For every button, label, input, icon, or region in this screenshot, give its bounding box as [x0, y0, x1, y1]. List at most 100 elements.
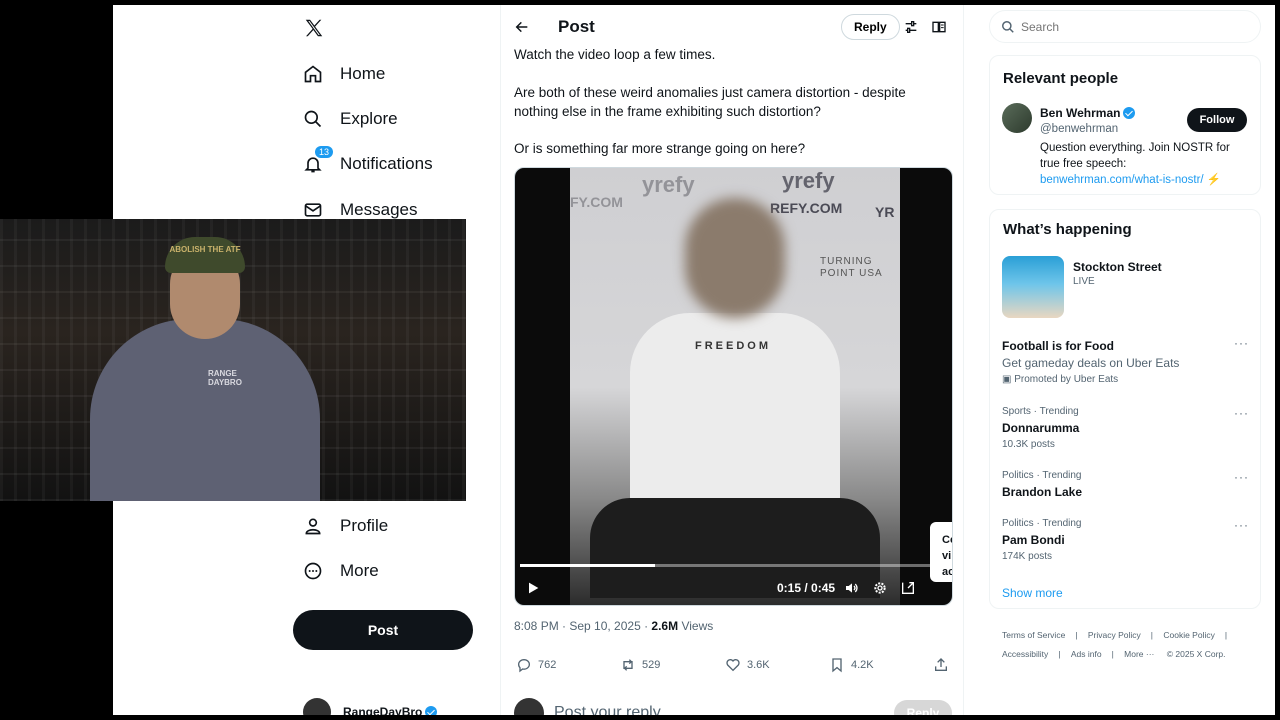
promo-description: Get gameday deals on Uber Eats	[1002, 356, 1180, 370]
footer-ads[interactable]: Ads info	[1071, 649, 1102, 659]
video-progress-bar[interactable]	[520, 564, 930, 567]
notifications-badge: 13	[315, 146, 334, 158]
nav-explore[interactable]: Explore	[303, 99, 398, 139]
play-icon[interactable]	[525, 580, 541, 596]
video-tooltip: Co vi ac	[930, 522, 952, 582]
more-options-icon[interactable]: ···	[1234, 336, 1249, 350]
tweet-text-3: Or is something far more strange going o…	[514, 141, 806, 156]
avatar[interactable]	[1002, 103, 1032, 133]
like-count: 3.6K	[747, 659, 770, 671]
nav-profile-label: Profile	[340, 516, 389, 535]
video-player[interactable]: yrefy FY.COM yrefy REFY.COM YR TURNING P…	[514, 167, 953, 606]
like-action[interactable]: 3.6K	[725, 657, 770, 673]
bookmark-icon	[832, 658, 842, 673]
comment-icon	[518, 659, 530, 673]
video-backdrop-url-2: REFY.COM	[770, 200, 843, 216]
search-input[interactable]	[1021, 19, 1241, 34]
sliders-icon[interactable]	[903, 19, 919, 35]
person-name-text: Ben Wehrman	[1040, 106, 1121, 120]
video-backdrop-tpusa: TURNING POINT USA	[820, 256, 883, 279]
trend-title[interactable]: Donnarumma	[1002, 421, 1079, 435]
repost-icon	[623, 659, 633, 671]
views-label: Views	[681, 619, 714, 633]
footer-cookie[interactable]: Cookie Policy	[1163, 630, 1215, 640]
webcam-person	[90, 319, 320, 501]
account-switcher[interactable]: RangeDayBro	[303, 698, 438, 715]
promo-label: ▣ Promoted by Uber Eats	[1002, 374, 1119, 385]
promo-title[interactable]: Football is for Food	[1002, 339, 1114, 353]
video-time: 0:15 / 0:45	[777, 581, 836, 595]
reply-composer: Post your reply Reply	[514, 698, 954, 715]
live-event-status: LIVE	[1073, 276, 1095, 287]
video-backdrop-logo-2: yrefy	[782, 168, 835, 193]
footer-accessibility[interactable]: Accessibility	[1002, 649, 1048, 659]
live-event-thumbnail[interactable]	[1002, 256, 1064, 318]
person-bio-text: Question everything. Join NOSTR for true…	[1040, 142, 1230, 170]
live-event-title[interactable]: Stockton Street	[1073, 260, 1162, 274]
avatar	[303, 698, 331, 715]
bookmark-action[interactable]: 4.2K	[829, 657, 874, 673]
nav-home[interactable]: Home	[303, 54, 385, 94]
video-progress-fill	[520, 564, 656, 567]
repost-action[interactable]: 529	[620, 657, 660, 673]
video-subject-blurred-face	[685, 198, 785, 318]
follow-button[interactable]: Follow	[1187, 108, 1247, 132]
nav-notifications[interactable]: 13 Notifications	[303, 144, 433, 184]
reply-input[interactable]: Post your reply	[554, 704, 661, 715]
x-logo-icon[interactable]	[303, 17, 325, 39]
nav-home-label: Home	[340, 64, 386, 83]
whats-happening-title: What’s happening	[1003, 221, 1132, 238]
show-more-link[interactable]: Show more	[1002, 586, 1063, 600]
bookmark-count: 4.2K	[851, 659, 874, 671]
footer-more[interactable]: More ···	[1124, 649, 1154, 659]
trend-title[interactable]: Brandon Lake	[1002, 485, 1082, 499]
more-options-icon[interactable]: ···	[1234, 518, 1249, 532]
tweet-text-2: Are both of these weird anomalies just c…	[514, 85, 906, 119]
repost-count: 529	[642, 659, 661, 671]
video-subject-legs	[590, 498, 880, 598]
person-icon	[305, 518, 321, 535]
video-backdrop-yr: YR	[875, 204, 895, 220]
webcam-overlay: ABOLISH THE ATF RANGE DAYBRO	[0, 219, 466, 501]
action-bar: 762 529 3.6K 4.2K	[514, 657, 954, 677]
picture-in-picture-icon[interactable]	[900, 580, 916, 596]
trend-title[interactable]: Pam Bondi	[1002, 533, 1065, 547]
lightning-icon: ⚡	[1206, 174, 1222, 186]
verified-badge-icon	[1123, 107, 1136, 119]
person-handle: @benwehrman	[1040, 123, 1119, 135]
person-bio-link[interactable]: benwehrman.com/what-is-nostr/	[1040, 174, 1204, 186]
webcam-shirt-text: RANGE DAYBRO	[208, 369, 242, 387]
reply-action[interactable]: 762	[516, 657, 556, 673]
post-timestamp[interactable]: 8:08 PM · Sep 10, 2025	[514, 619, 641, 633]
post-header: Post Reply	[501, 5, 965, 50]
trend-category: Politics · Trending	[1002, 518, 1082, 529]
person-name[interactable]: Ben Wehrman	[1040, 106, 1136, 120]
nav-messages-label: Messages	[340, 200, 418, 219]
footer-privacy[interactable]: Privacy Policy	[1088, 630, 1141, 640]
post-column: Post Reply Watch the video loop a few ti…	[500, 5, 964, 715]
nav-more-label: More	[340, 561, 379, 580]
reader-icon[interactable]	[931, 19, 947, 35]
nav-explore-label: Explore	[340, 109, 398, 128]
settings-gear-icon[interactable]	[872, 580, 888, 596]
more-options-icon[interactable]: ···	[1234, 470, 1249, 484]
page-title: Post	[558, 17, 595, 36]
video-shirt-text: FREEDOM	[695, 340, 771, 352]
reply-submit-button[interactable]: Reply	[894, 700, 952, 715]
nav-more[interactable]: More	[303, 551, 379, 591]
header-reply-button[interactable]: Reply	[841, 14, 900, 40]
search-box[interactable]	[989, 10, 1261, 43]
trend-category: Politics · Trending	[1002, 470, 1082, 481]
footer-links-row-2: Accessibility | Ads info | More ··· © 2025…	[1002, 649, 1226, 659]
more-options-icon[interactable]: ···	[1234, 406, 1249, 420]
home-icon	[304, 65, 322, 83]
reply-count: 762	[538, 659, 557, 671]
back-arrow-icon[interactable]	[514, 19, 530, 35]
volume-icon[interactable]	[844, 580, 860, 596]
video-backdrop-url: FY.COM	[570, 194, 623, 210]
footer-terms[interactable]: Terms of Service	[1002, 630, 1065, 640]
share-action[interactable]	[933, 657, 955, 673]
nav-profile[interactable]: Profile	[303, 506, 388, 546]
post-button[interactable]: Post	[293, 610, 473, 650]
trend-count: 174K posts	[1002, 551, 1053, 562]
